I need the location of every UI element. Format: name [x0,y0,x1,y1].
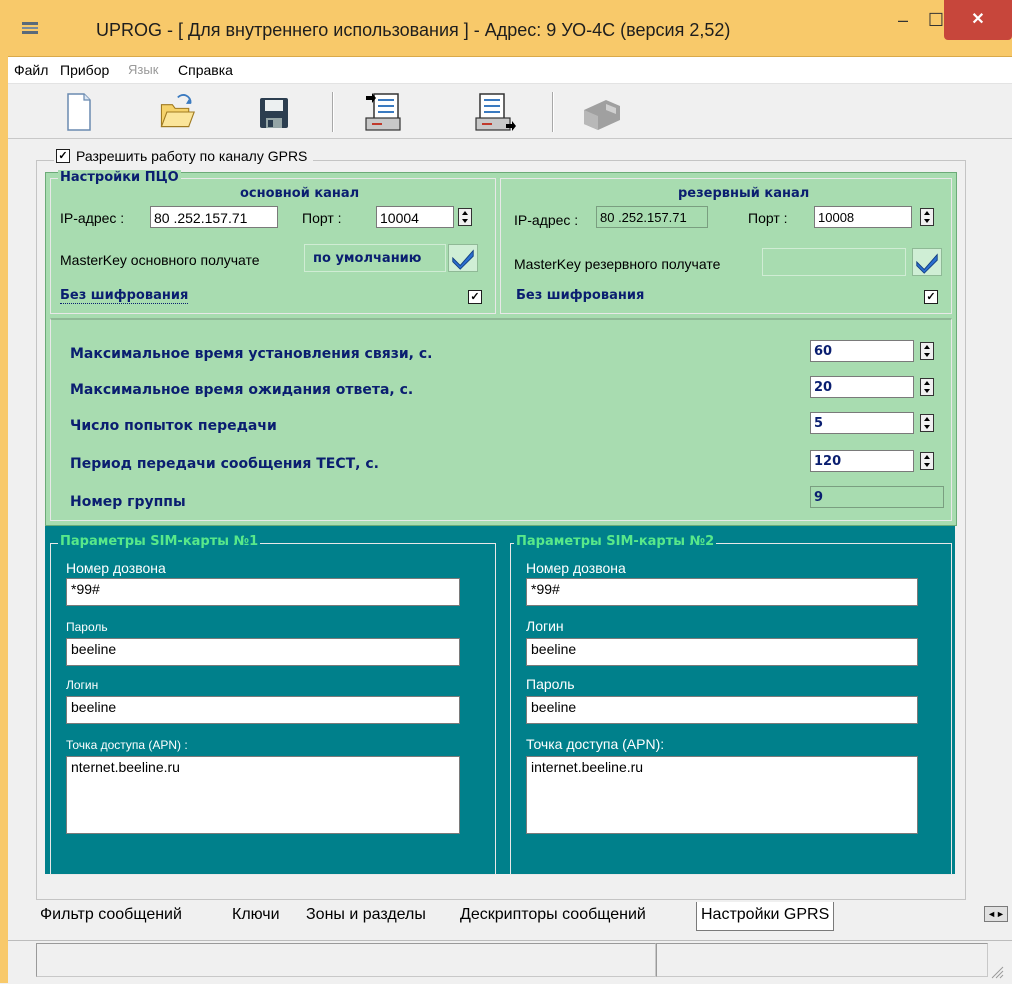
new-file-icon[interactable] [58,90,98,134]
sim1-login-label: Логин [66,678,99,692]
write-device-icon[interactable] [470,90,518,134]
test-period-label: Период передачи сообщения ТЕСТ, с. [70,456,379,472]
title-bar: UPROG - [ Для внутреннего использования … [0,0,1012,57]
sim2-dial-field[interactable]: *99# [526,578,918,606]
window-title: UPROG - [ Для внутреннего использования … [96,20,731,40]
main-ip-field[interactable]: 80 .252.157.71 [150,206,278,228]
menu-language[interactable]: Язык [128,62,158,77]
attempts-label: Число попыток передачи [70,418,277,434]
test-period-spinner[interactable] [920,452,934,470]
main-channel-heading: основной канал [240,186,360,201]
max-connect-spinner[interactable] [920,342,934,360]
save-icon[interactable] [254,90,294,134]
app-window: UPROG - [ Для внутреннего использования … [0,0,1012,984]
sim2-apn-field[interactable]: internet.beeline.ru [526,756,918,834]
tab-zones[interactable]: Зоны и разделы [306,902,426,930]
status-panel-1 [36,943,656,977]
sim2-password-field[interactable]: beeline [526,696,918,724]
max-connect-label: Максимальное время установления связи, с… [70,346,433,362]
menu-device[interactable]: Прибор [60,62,109,78]
sim1-password-field[interactable]: beeline [66,638,460,666]
open-folder-icon[interactable] [156,90,196,134]
reserve-port-field[interactable]: 10008 [814,206,912,228]
close-button[interactable]: ✕ [944,0,1012,40]
main-port-spinner[interactable] [458,208,472,226]
max-wait-spinner[interactable] [920,378,934,396]
test-period-field[interactable]: 120 [810,450,914,472]
attempts-field[interactable]: 5 [810,412,914,434]
attempts-spinner[interactable] [920,414,934,432]
group-number-field[interactable]: 9 [810,486,944,508]
read-device-icon[interactable] [360,90,408,134]
reserve-channel-heading: резервный канал [678,186,810,201]
app-icon [22,22,38,34]
toolbar-separator [332,92,334,132]
status-bar [8,940,1012,984]
status-panel-2 [656,943,988,977]
toolbar [8,84,1012,139]
sim2-login-field[interactable]: beeline [526,638,918,666]
sim1-title: Параметры SIM-карты №1 [58,534,261,549]
tab-bar: Фильтр сообщений Ключи Зоны и разделы Де… [36,900,1012,931]
main-port-label: Порт : [302,210,342,226]
max-wait-label: Максимальное время ожидания ответа, с. [70,382,414,398]
group-number-label: Номер группы [70,494,186,510]
main-port-field[interactable]: 10004 [376,206,454,228]
reserve-port-spinner[interactable] [920,208,934,226]
tab-descriptors[interactable]: Дескрипторы сообщений [460,902,646,930]
menu-bar: Файл Прибор Язык Справка [8,57,1012,84]
pco-group-label: Настройки ПЦО [58,170,181,185]
main-masterkey-confirm-icon[interactable] [448,244,478,272]
resize-grip-icon[interactable] [988,963,1004,979]
toolbar-separator [552,92,554,132]
sim2-title: Параметры SIM-карты №2 [514,534,717,549]
sim2-dial-label: Номер дозвона [526,560,626,576]
reserve-noenc-checkbox[interactable]: ✓ [924,290,938,304]
tab-gprs-settings[interactable]: Настройки GPRS [696,902,835,931]
main-noenc-checkbox[interactable]: ✓ [468,290,482,304]
menu-file[interactable]: Файл [14,62,48,78]
max-wait-field[interactable]: 20 [810,376,914,398]
reserve-port-label: Порт : [748,210,788,226]
reserve-masterkey-field[interactable] [762,248,906,276]
reserve-ip-field[interactable]: 80 .252.157.71 [596,206,708,228]
reserve-ip-label: IP-адрес : [514,212,579,228]
sim1-apn-field[interactable]: nternet.beeline.ru [66,756,460,834]
main-masterkey-label: MasterKey основного получате [60,252,260,268]
sim2-apn-label: Точка доступа (APN): [526,736,665,752]
window-left-border [0,40,8,983]
disabled-device-icon [584,100,620,130]
menu-help[interactable]: Справка [178,62,233,78]
main-ip-label: IP-адрес : [60,210,125,226]
sim1-login-field[interactable]: beeline [66,696,460,724]
tab-scroll-arrows-icon[interactable]: ◄► [984,906,1008,922]
gprs-enable-checkbox[interactable]: ✓ Разрешить работу по каналу GPRS [54,148,314,164]
main-noenc-label: Без шифрования [60,288,189,304]
gprs-enable-check[interactable]: ✓ [56,149,70,163]
reserve-masterkey-confirm-icon[interactable] [912,248,942,276]
sim2-password-label: Пароль [526,676,575,692]
tab-keys[interactable]: Ключи [232,902,280,930]
sim1-password-label: Пароль [66,620,108,634]
main-masterkey-field[interactable]: по умолчанию [304,244,446,272]
max-connect-field[interactable]: 60 [810,340,914,362]
sim1-dial-field[interactable]: *99# [66,578,460,606]
sim1-apn-label: Точка доступа (APN) : [66,738,188,752]
tab-filter[interactable]: Фильтр сообщений [40,902,182,930]
reserve-masterkey-label: MasterKey резервного получате [514,256,721,272]
reserve-noenc-label: Без шифрования [516,288,645,303]
gprs-enable-label: Разрешить работу по каналу GPRS [76,148,308,164]
sim2-login-label: Логин [526,618,564,634]
sim1-dial-label: Номер дозвона [66,560,166,576]
